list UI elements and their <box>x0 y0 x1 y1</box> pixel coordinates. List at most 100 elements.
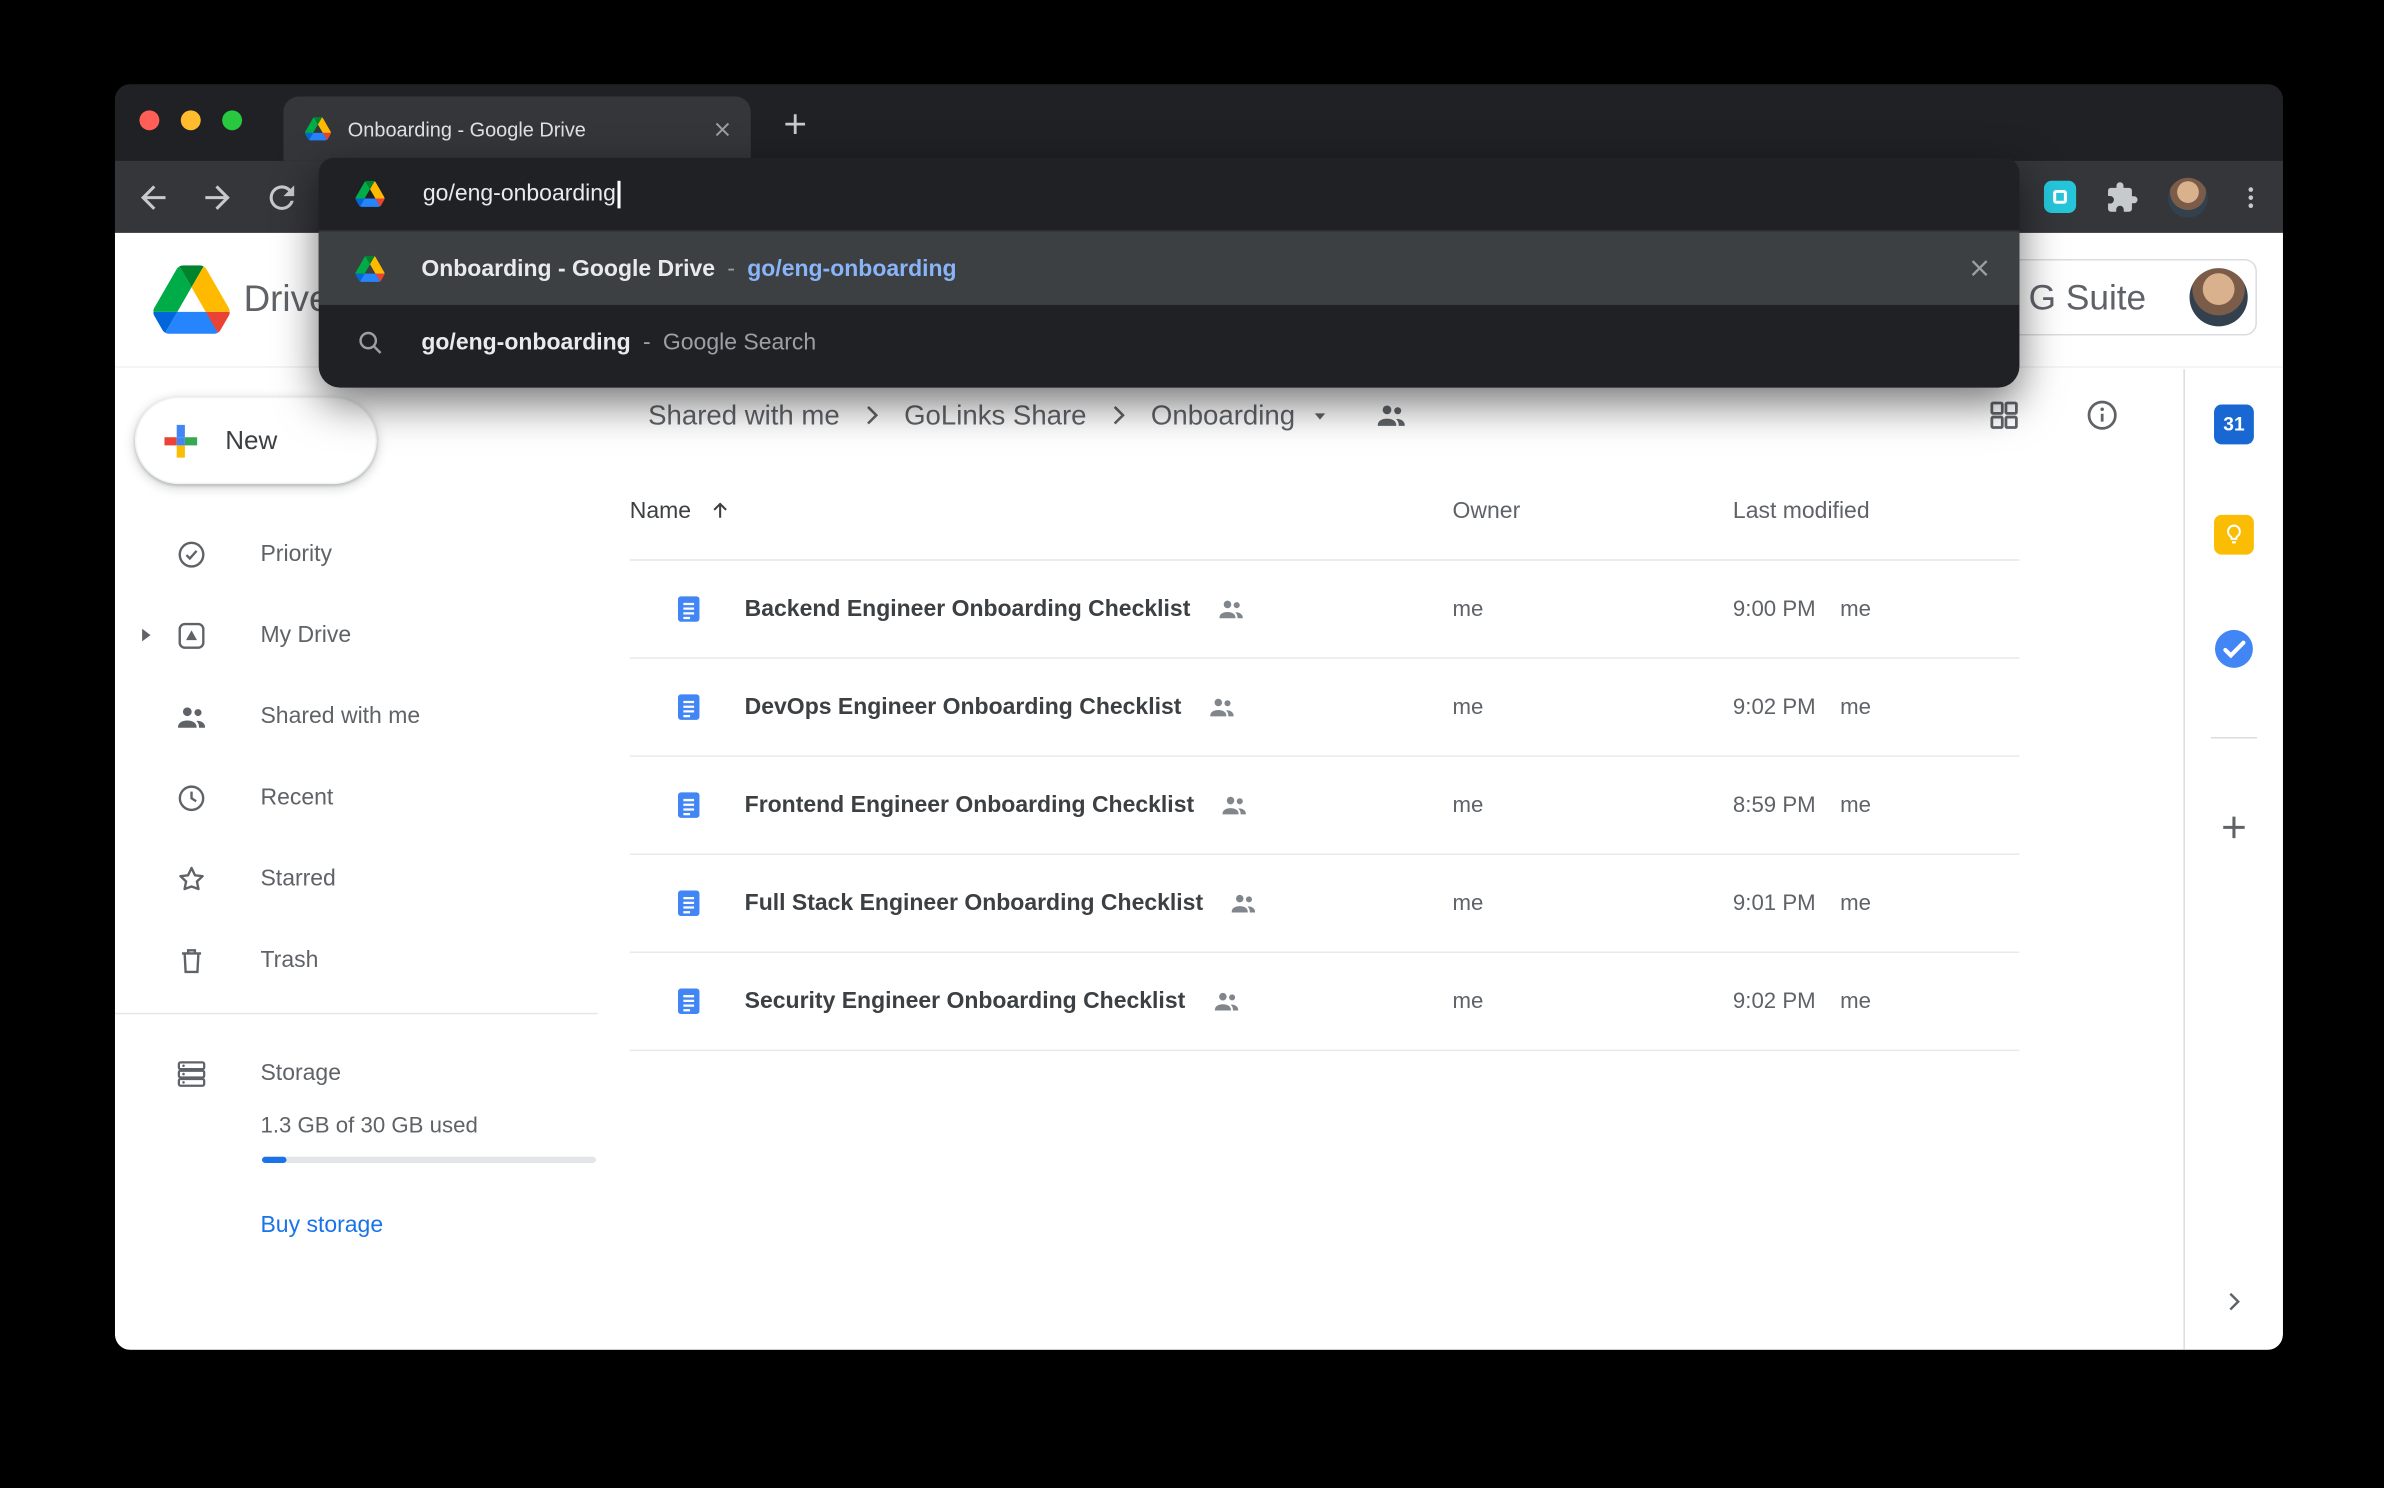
grid-view-icon[interactable] <box>1986 397 2023 434</box>
column-header-owner[interactable]: Owner <box>1453 497 1733 523</box>
owner-cell: me <box>1453 891 1733 916</box>
tab-title: Onboarding - Google Drive <box>348 117 693 140</box>
minimize-window-button[interactable] <box>181 110 201 130</box>
sidebar-item-label: Shared with me <box>260 703 420 729</box>
drive-logo[interactable]: Drive <box>153 265 329 334</box>
nav-buttons <box>135 179 300 216</box>
browser-window: Onboarding - Google Drive <box>115 84 2283 1350</box>
sidebar-item-starred[interactable]: Starred <box>115 838 598 919</box>
new-plus-icon <box>156 416 205 465</box>
drive-favicon <box>355 179 384 208</box>
folder-menu-caret-icon[interactable] <box>1307 402 1333 428</box>
owner-cell: me <box>1453 793 1733 818</box>
storage-progress-fill <box>262 1157 287 1163</box>
sidebar-item-priority[interactable]: Priority <box>115 513 598 594</box>
remove-suggestion-icon[interactable] <box>1964 253 1995 284</box>
browser-profile-avatar[interactable] <box>2168 177 2208 217</box>
tab-close-icon[interactable] <box>709 116 735 142</box>
shared-indicator-icon <box>1229 889 1258 918</box>
add-panel-app-icon[interactable] <box>2216 809 2253 846</box>
fullscreen-window-button[interactable] <box>222 110 242 130</box>
column-header-name[interactable]: Name <box>630 496 1453 524</box>
back-icon[interactable] <box>135 179 172 216</box>
owner-cell: me <box>1453 597 1733 622</box>
sidebar-item-recent[interactable]: Recent <box>115 757 598 838</box>
priority-icon <box>175 537 209 571</box>
gsuite-badge: G Suite <box>2006 259 2257 336</box>
drive-favicon <box>355 254 384 283</box>
breadcrumb-golinks-share[interactable]: GoLinks Share <box>904 399 1086 431</box>
shared-indicator-icon <box>1216 594 1245 623</box>
starred-icon <box>175 862 209 896</box>
modified-time: 8:59 PM <box>1733 793 1816 818</box>
modified-by: me <box>1840 597 1871 622</box>
sidebar-item-storage[interactable]: Storage <box>115 1033 598 1114</box>
name-cell: Full Stack Engineer Onboarding Checklist <box>630 887 1453 919</box>
table-row[interactable]: Backend Engineer Onboarding Checklist me… <box>630 561 2020 659</box>
toolbar-actions <box>2044 161 2265 233</box>
omnibox[interactable]: go/eng-onboarding <box>319 158 2020 232</box>
sidebar-nav: Priority My Drive Shared with me <box>115 513 598 1000</box>
sidebar-item-label: My Drive <box>260 622 351 648</box>
table-row[interactable]: DevOps Engineer Onboarding Checklist me … <box>630 659 2020 757</box>
window-controls <box>139 110 242 130</box>
google-docs-icon <box>673 593 705 625</box>
omnibox-value: go/eng-onboarding <box>423 181 616 207</box>
omnibox-input[interactable]: go/eng-onboarding <box>423 180 621 208</box>
expand-caret-icon[interactable] <box>138 627 155 644</box>
table-header: Name Owner Last modified <box>630 461 2020 561</box>
table-row[interactable]: Security Engineer Onboarding Checklist m… <box>630 953 2020 1051</box>
extensions-puzzle-icon[interactable] <box>2105 180 2139 214</box>
new-tab-icon[interactable] <box>778 107 812 141</box>
calendar-icon[interactable]: 31 <box>2214 405 2254 445</box>
suggestion-title: Onboarding - Google Drive <box>421 255 715 281</box>
modified-cell: 9:02 PM me <box>1733 695 2020 720</box>
breadcrumb-current-folder[interactable]: Onboarding <box>1151 399 1295 431</box>
recent-icon <box>175 781 209 815</box>
table-row[interactable]: Full Stack Engineer Onboarding Checklist… <box>630 855 2020 953</box>
extension-icon[interactable] <box>2044 181 2076 213</box>
table-row[interactable]: Frontend Engineer Onboarding Checklist m… <box>630 757 2020 855</box>
reload-icon[interactable] <box>264 179 301 216</box>
storage-icon <box>175 1056 209 1090</box>
my-drive-icon <box>175 618 209 652</box>
sidebar-item-shared-with-me[interactable]: Shared with me <box>115 676 598 757</box>
sidebar: New Priority My Drive <box>115 369 598 1350</box>
info-icon[interactable] <box>2084 397 2121 434</box>
screen: Onboarding - Google Drive <box>0 0 2384 1488</box>
storage-progressbar <box>262 1157 596 1163</box>
sidebar-item-my-drive[interactable]: My Drive <box>115 594 598 675</box>
close-window-button[interactable] <box>139 110 159 130</box>
new-button[interactable]: New <box>135 397 377 484</box>
sidebar-item-label: Storage <box>260 1060 341 1086</box>
file-name: DevOps Engineer Onboarding Checklist <box>745 694 1182 720</box>
gsuite-label: G Suite <box>2029 277 2147 318</box>
google-docs-icon <box>673 985 705 1017</box>
breadcrumb-shared-with-me[interactable]: Shared with me <box>648 399 840 431</box>
collapse-panel-chevron-icon[interactable] <box>2219 1287 2248 1316</box>
browser-menu-icon[interactable] <box>2237 180 2265 214</box>
sidebar-item-label: Trash <box>260 947 318 973</box>
modified-by: me <box>1840 989 1871 1014</box>
forward-icon[interactable] <box>199 179 236 216</box>
modified-by: me <box>1840 793 1871 818</box>
keep-icon[interactable] <box>2214 515 2254 555</box>
suggestion-drive-page[interactable]: Onboarding - Google Drive - go/eng-onboa… <box>319 231 2020 305</box>
column-header-modified[interactable]: Last modified <box>1733 497 2020 523</box>
browser-tab[interactable]: Onboarding - Google Drive <box>283 97 750 161</box>
calendar-day: 31 <box>2223 414 2244 435</box>
shared-indicator-icon <box>1207 693 1236 722</box>
account-avatar[interactable] <box>2190 268 2248 326</box>
buy-storage-button[interactable]: Buy storage <box>260 1212 383 1238</box>
suggestion-google-search[interactable]: go/eng-onboarding - Google Search <box>319 305 2020 379</box>
sidebar-item-trash[interactable]: Trash <box>115 919 598 1000</box>
drive-favicon <box>305 116 331 141</box>
shared-indicator-icon <box>1220 791 1249 820</box>
drive-logo-icon <box>153 265 230 334</box>
suggestion-url: go/eng-onboarding <box>747 255 956 281</box>
search-icon <box>355 327 384 356</box>
name-cell: Backend Engineer Onboarding Checklist <box>630 593 1453 625</box>
sort-ascending-icon[interactable] <box>706 496 734 524</box>
panel-divider <box>2211 737 2257 739</box>
tasks-icon[interactable] <box>2213 628 2254 669</box>
